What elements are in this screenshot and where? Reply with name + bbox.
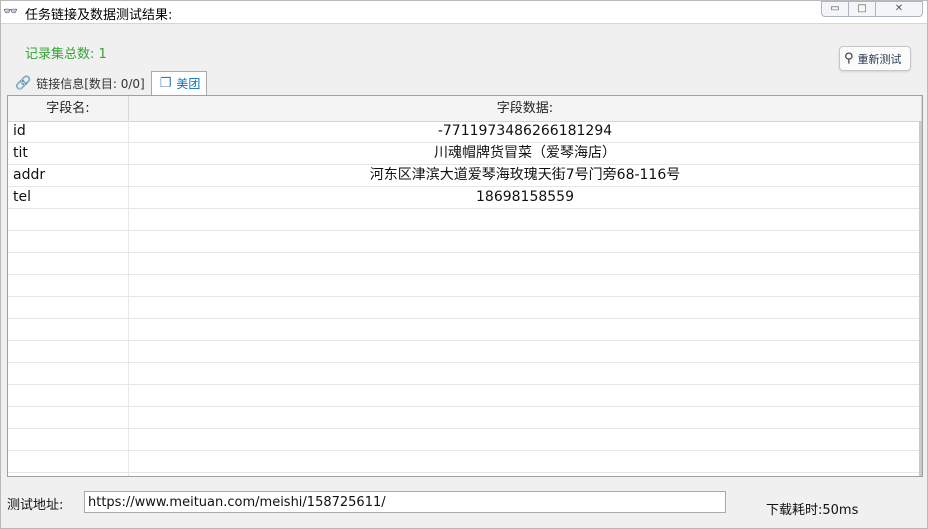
table-row[interactable]: addr 河东区津滨大道爱琴海玫瑰天街7号门旁68-116号 [8,165,922,187]
field-name-cell [8,407,129,428]
tab-link-info-label: 链接信息[数目: 0/0] [36,76,145,91]
window-title: 任务链接及数据测试结果: [25,8,173,23]
field-name-cell: tit [8,143,129,164]
field-name-cell [8,253,129,274]
app-window: 👓 任务链接及数据测试结果: ▭ □ ✕ 记录集总数: 1 ⚲ 重新测试 🔗 链… [0,0,928,529]
table-row[interactable]: tit 川魂帽牌货冒菜（爱琴海店） [8,143,922,165]
window-controls: ▭ □ ✕ [821,1,923,17]
maximize-button[interactable]: □ [848,1,876,17]
column-header-field-name[interactable]: 字段名: [8,96,129,121]
field-data-cell: 18698158559 [129,187,922,208]
field-data-cell [129,297,922,318]
table-row[interactable]: id -7711973486266181294 [8,121,922,143]
tab-meituan-label: 美团 [176,77,201,91]
field-name-cell [8,319,129,340]
table-row[interactable] [8,209,922,231]
table-row[interactable] [8,253,922,275]
table-row[interactable] [8,319,922,341]
table-row[interactable]: tel 18698158559 [8,187,922,209]
field-data-cell [129,385,922,406]
field-name-cell [8,429,129,450]
tab-link-info[interactable]: 🔗 链接信息[数目: 0/0] [7,71,151,95]
field-data-cell: 川魂帽牌货冒菜（爱琴海店） [129,143,922,164]
field-data-cell [129,253,922,274]
field-data-cell [129,341,922,362]
field-name-cell: addr [8,165,129,186]
table-row[interactable] [8,363,922,385]
field-name-cell: tel [8,187,129,208]
field-name-cell [8,297,129,318]
table-row[interactable] [8,275,922,297]
title-bar: 👓 任务链接及数据测试结果: ▭ □ ✕ [1,1,927,24]
field-data-cell [129,275,922,296]
field-data-cell: -7711973486266181294 [129,121,922,142]
field-name-cell [8,275,129,296]
table-row[interactable] [8,385,922,407]
field-data-cell [129,319,922,340]
table-row[interactable] [8,451,922,473]
field-data-cell [129,473,922,476]
table-row[interactable] [8,297,922,319]
field-data-cell: 河东区津滨大道爱琴海玫瑰天街7号门旁68-116号 [129,165,922,186]
field-data-cell [129,451,922,472]
field-name-cell [8,385,129,406]
vertical-scrollbar[interactable] [919,121,922,476]
download-time: 下载耗时:50ms [766,503,859,518]
field-data-cell [129,429,922,450]
table-row[interactable] [8,429,922,451]
field-name-cell: id [8,121,129,142]
field-data-cell [129,363,922,384]
table-row[interactable] [8,341,922,363]
grid-header: 字段名: 字段数据: [8,96,922,122]
field-name-cell [8,231,129,252]
retest-button[interactable]: ⚲ 重新测试 [839,46,911,71]
field-data-cell [129,407,922,428]
field-data-cell [129,209,922,230]
search-icon: ⚲ [844,51,854,66]
close-button[interactable]: ✕ [875,1,923,17]
field-name-cell [8,473,129,476]
retest-button-label: 重新测试 [857,52,902,66]
copy-icon: ❐ [159,76,172,91]
field-name-cell [8,209,129,230]
field-name-cell [8,341,129,362]
table-row[interactable] [8,231,922,253]
minimize-button[interactable]: ▭ [821,1,849,17]
link-icon: 🔗 [15,75,32,91]
table-row[interactable] [8,473,922,476]
field-data-cell [129,231,922,252]
test-url-input[interactable] [84,491,726,513]
column-header-field-data[interactable]: 字段数据: [129,96,922,121]
tab-strip: 🔗 链接信息[数目: 0/0] ❐ 美团 [7,71,208,95]
field-name-cell [8,451,129,472]
record-count: 记录集总数: 1 [25,47,107,62]
test-url-label: 测试地址: [7,498,64,513]
tab-meituan[interactable]: ❐ 美团 [150,71,208,95]
grid-body: id -7711973486266181294 tit 川魂帽牌货冒菜（爱琴海店） ad… [8,121,922,476]
glasses-icon: 👓 [3,4,18,18]
field-name-cell [8,363,129,384]
table-row[interactable] [8,407,922,429]
result-grid: 字段名: 字段数据: id -7711973486266181294 tit 川魂帽牌… [7,95,923,477]
